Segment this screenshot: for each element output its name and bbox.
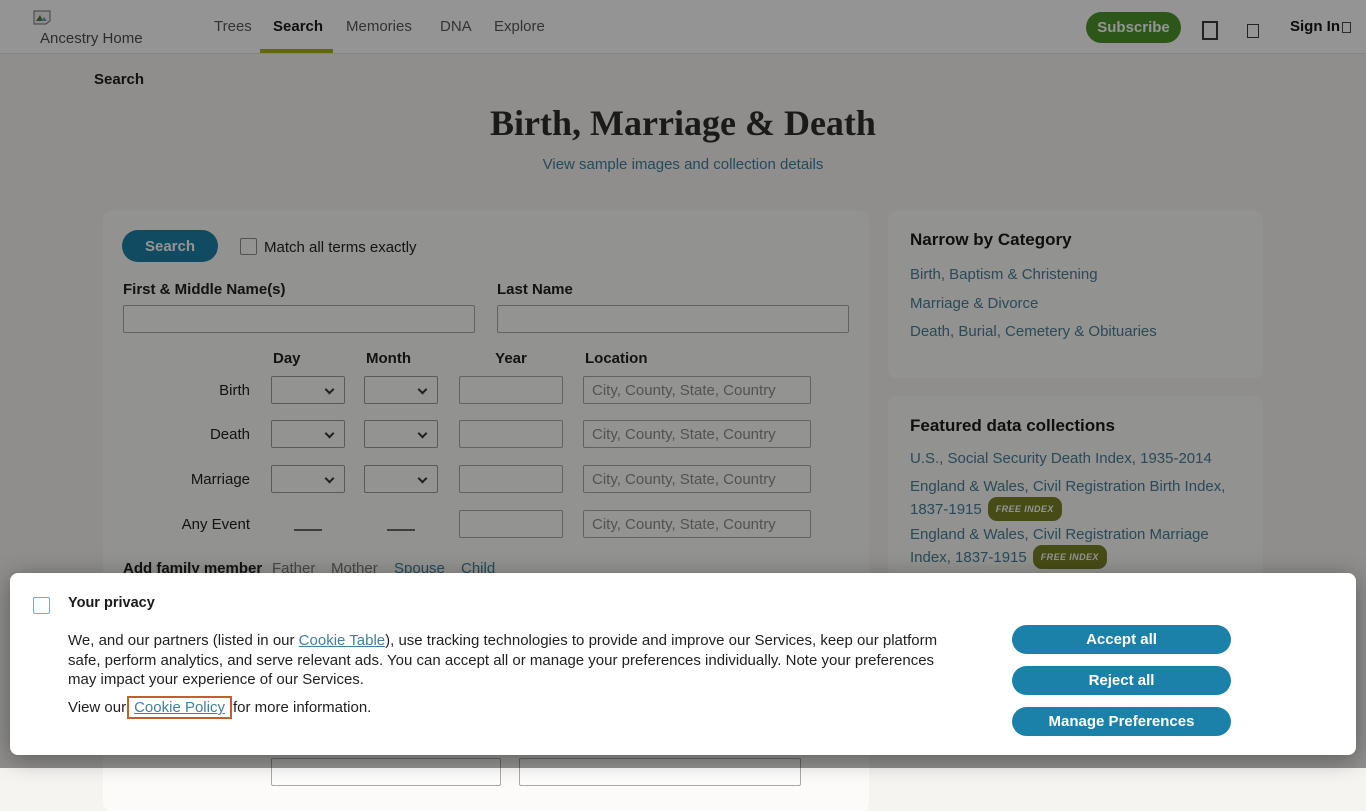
manage-preferences-button[interactable]: Manage Preferences [1012,707,1231,736]
view-text-after: for more information. [233,699,371,716]
cookie-policy-line: View our Cookie Policy for more informatio… [68,696,371,719]
accept-all-button[interactable]: Accept all [1012,625,1231,654]
view-text-before: View our [68,699,126,716]
privacy-logo-placeholder-icon [33,597,50,614]
reject-all-button[interactable]: Reject all [1012,666,1231,695]
cookie-banner-text: We, and our partners (listed in our Cook… [68,631,956,690]
cookie-banner-title: Your privacy [68,595,155,611]
cookie-text-before: We, and our partners (listed in our [68,632,299,649]
cookie-policy-focus-box: Cookie Policy [127,696,232,719]
cookie-consent-banner: Your privacy We, and our partners (liste… [10,573,1356,755]
cookie-table-link[interactable]: Cookie Table [299,632,385,649]
cookie-policy-link[interactable]: Cookie Policy [134,699,225,716]
